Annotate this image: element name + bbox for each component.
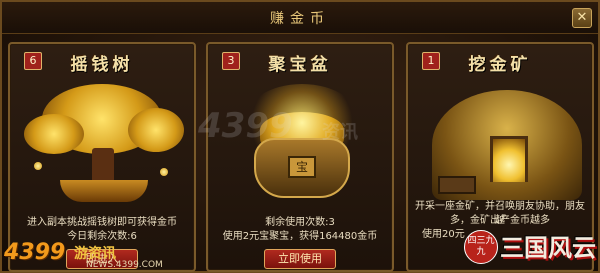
card-title: 摇钱树 xyxy=(70,55,134,75)
remaining-uses: 剩余使用次数:3 xyxy=(265,217,335,228)
coin-icon xyxy=(160,168,168,176)
gold-mine-image xyxy=(418,78,582,208)
card-title: 聚宝盆 xyxy=(268,55,332,75)
window-title: 赚金币 xyxy=(270,11,330,27)
card-description-2: 多，金矿出产金币越多 xyxy=(450,215,550,226)
earn-gold-window: 赚金币 ✕ 6 摇钱树 进入副本挑战摇钱树即可获得金币 今日剩余次数:6 即进入… xyxy=(0,0,600,273)
card-header: 1 挖金矿 xyxy=(414,48,586,75)
card-description: 使用2元宝聚宝，获得164480金币 xyxy=(222,231,378,242)
brand-seal: 四三九九 xyxy=(464,230,498,264)
mine-entrance xyxy=(490,136,528,182)
card-header: 3 聚宝盆 xyxy=(214,48,386,75)
money-tree-image xyxy=(20,78,184,208)
card-title: 挖金矿 xyxy=(468,55,532,75)
site-logo: 4399 xyxy=(4,240,66,265)
tree-crown-left xyxy=(24,114,84,154)
tree-pot xyxy=(60,180,148,202)
watermark-site: 4399 xyxy=(198,106,293,146)
mine-cart xyxy=(438,176,476,194)
bowl-emblem: 宝 xyxy=(288,156,316,178)
game-logo: 三国风云 xyxy=(500,233,596,262)
tree-crown-right xyxy=(128,108,184,152)
card-header: 6 摇钱树 xyxy=(16,48,188,75)
card-money-tree: 6 摇钱树 进入副本挑战摇钱树即可获得金币 今日剩余次数:6 即进入 xyxy=(8,42,196,272)
card-treasure-bowl: 3 聚宝盆 宝 剩余使用次数:3 使用2元宝聚宝，获得164480金币 立即使用 xyxy=(206,42,394,272)
coin-icon xyxy=(34,162,42,170)
use-now-button[interactable]: 立即使用 xyxy=(264,249,336,269)
close-button[interactable]: ✕ xyxy=(572,8,592,28)
card-description: 进入副本挑战摇钱树即可获得金币 xyxy=(27,217,177,228)
site-url: NEWS.4399.COM xyxy=(86,260,163,270)
titlebar: 赚金币 ✕ xyxy=(2,2,598,34)
watermark-news: 资讯 xyxy=(322,122,358,143)
